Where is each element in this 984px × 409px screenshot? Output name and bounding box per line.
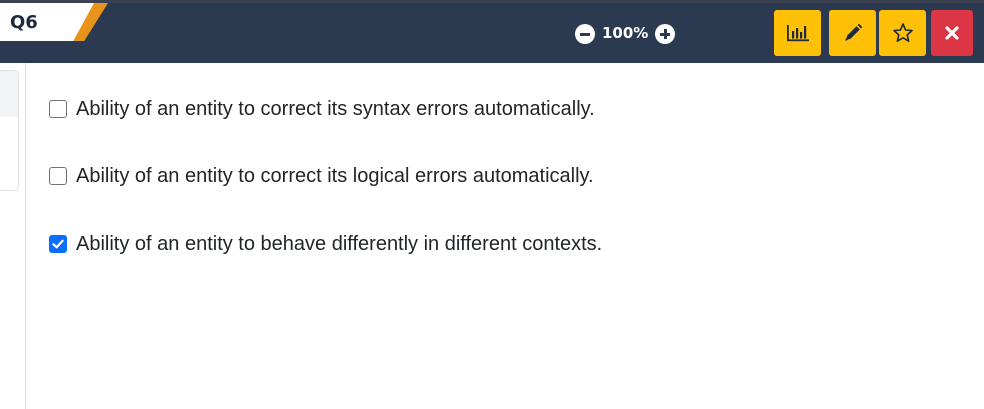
bookmark-button[interactable] xyxy=(879,10,926,56)
edit-button[interactable] xyxy=(829,10,876,56)
option-label: Ability of an entity to behave different… xyxy=(76,232,603,255)
checkmark-icon xyxy=(52,239,64,249)
option-checkbox-checked[interactable] xyxy=(49,235,67,253)
star-icon xyxy=(892,23,913,42)
zoom-in-button[interactable] xyxy=(655,24,676,44)
stats-button[interactable] xyxy=(774,10,821,56)
top-toolbar: Q6 100% xyxy=(0,0,984,63)
zoom-control: 100% xyxy=(575,22,676,46)
sidebar-active-item[interactable] xyxy=(0,71,18,117)
top-border xyxy=(0,0,984,3)
close-icon xyxy=(945,26,959,40)
option-checkbox[interactable] xyxy=(49,100,67,118)
bar-chart-icon xyxy=(786,25,809,42)
pencil-icon xyxy=(844,23,862,41)
option-item[interactable]: Ability of an entity to correct its logi… xyxy=(48,161,594,191)
option-label: Ability of an entity to correct its synt… xyxy=(76,97,595,120)
option-label: Ability of an entity to correct its logi… xyxy=(76,164,594,187)
option-item[interactable]: Ability of an entity to behave different… xyxy=(48,229,602,259)
minus-icon xyxy=(580,32,590,36)
option-checkbox[interactable] xyxy=(49,167,67,185)
zoom-out-button[interactable] xyxy=(575,24,595,44)
option-item[interactable]: Ability of an entity to correct its synt… xyxy=(48,94,595,124)
close-button[interactable] xyxy=(931,10,973,56)
question-number: Q6 xyxy=(10,12,38,33)
zoom-level: 100% xyxy=(602,23,649,42)
